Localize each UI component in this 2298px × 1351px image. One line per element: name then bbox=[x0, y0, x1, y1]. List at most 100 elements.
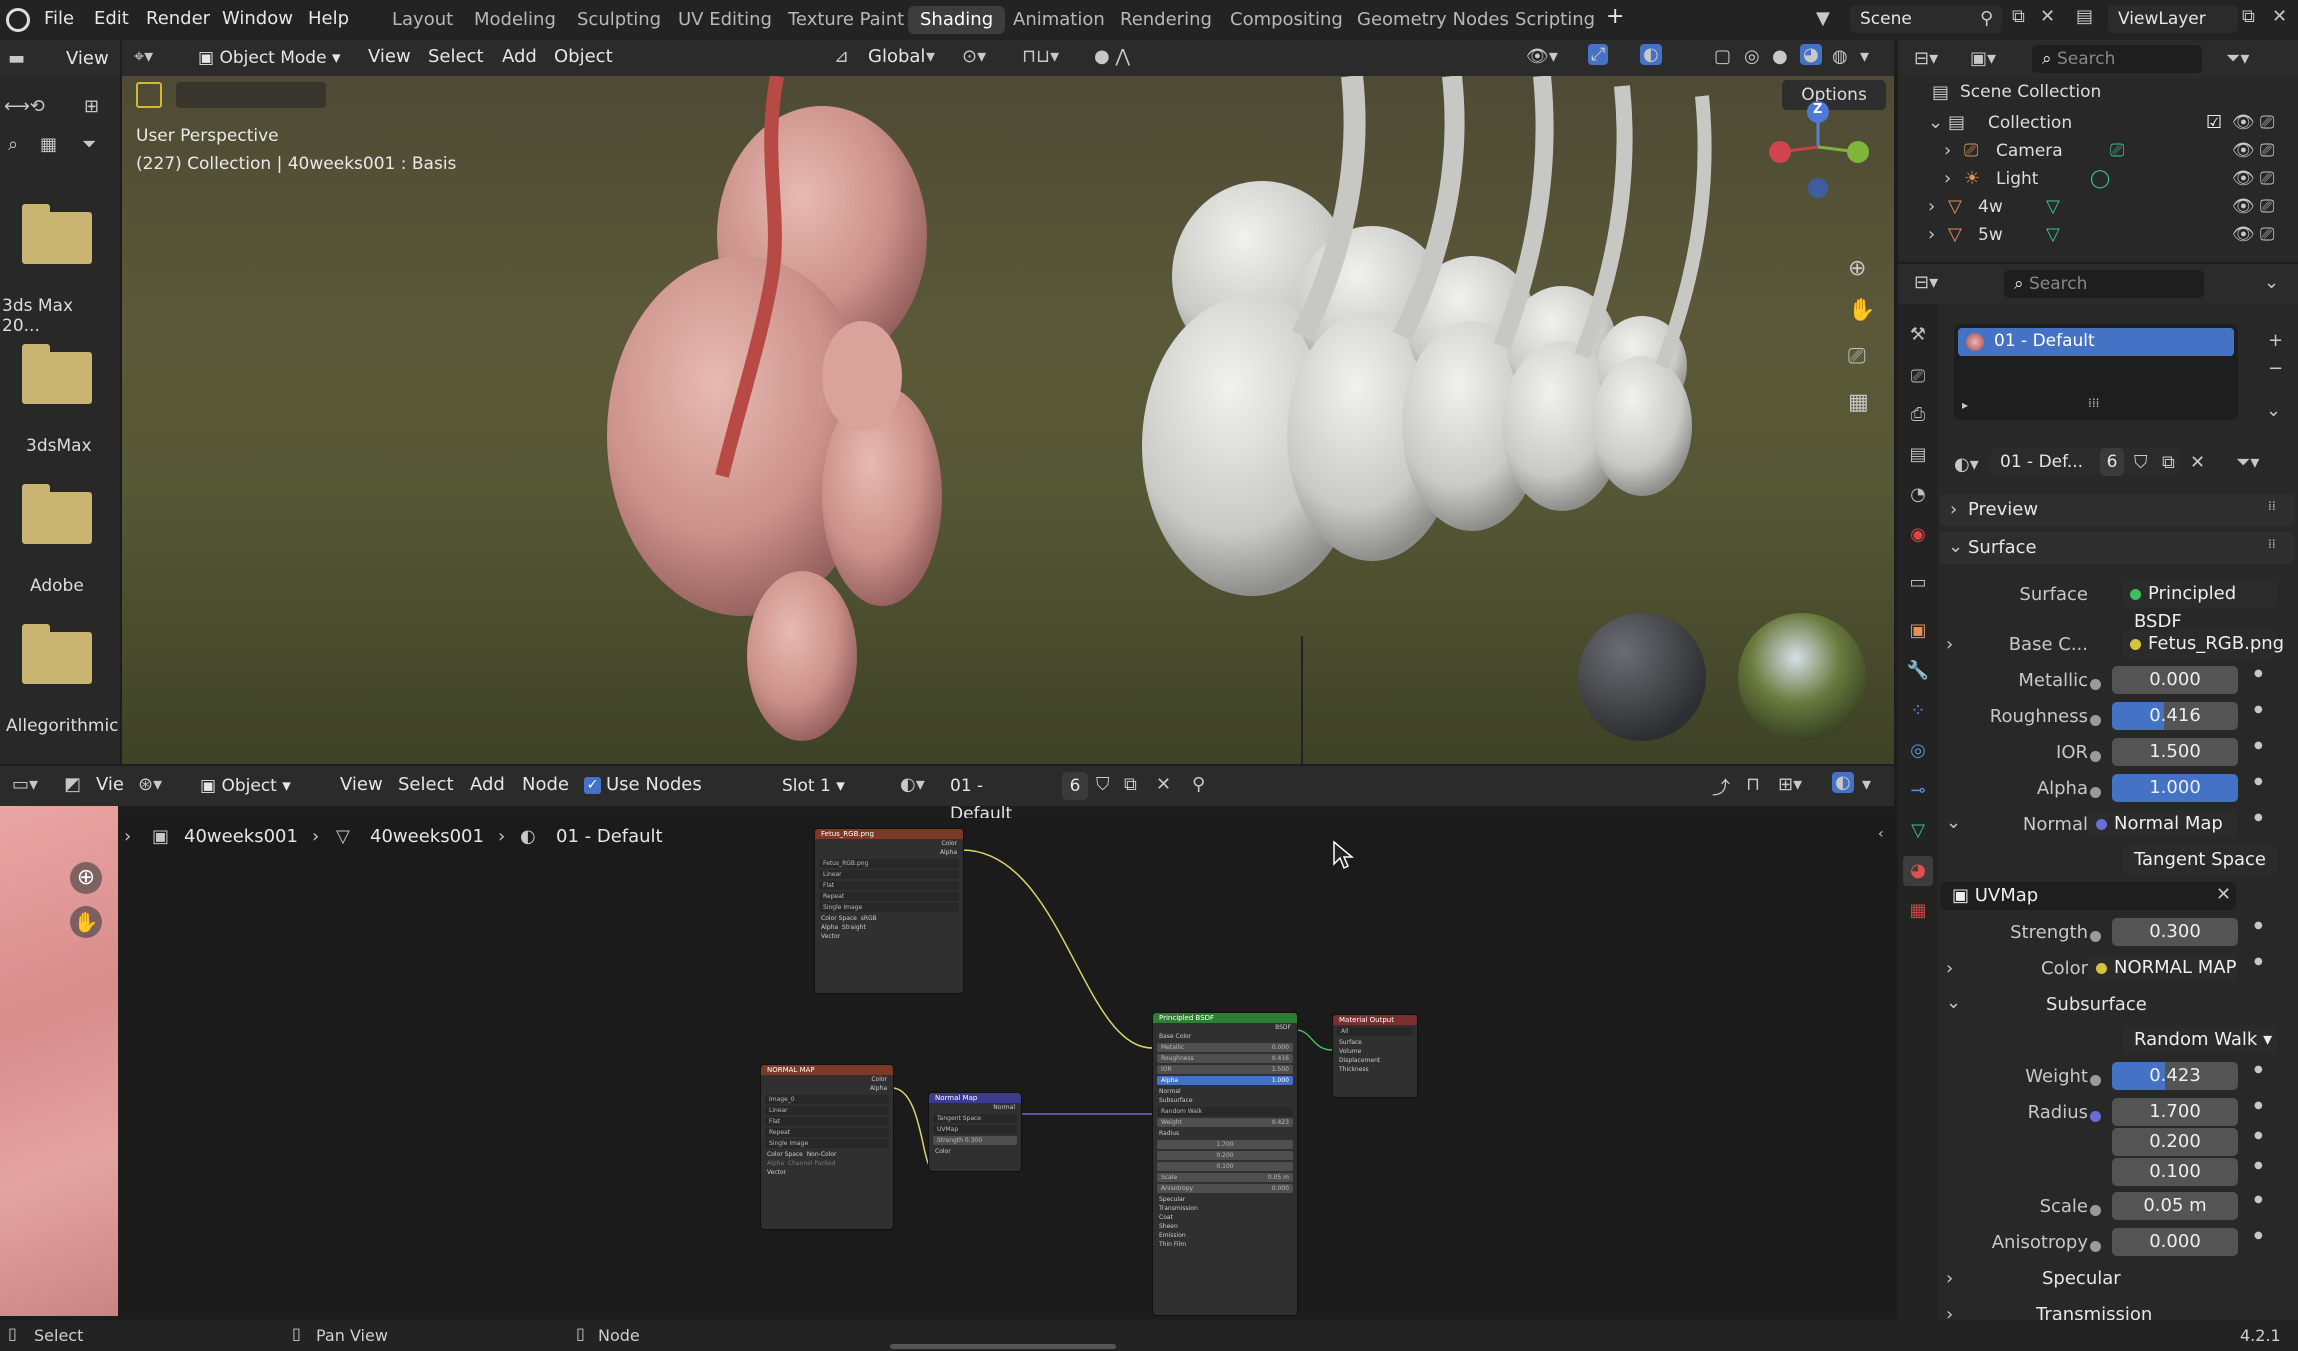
menu-edit[interactable]: Edit bbox=[94, 8, 129, 29]
chevron-right-icon[interactable]: › bbox=[1928, 196, 1935, 217]
material-slot-list[interactable]: 01 - Default ▸ ⁞⁞⁞ bbox=[1954, 324, 2238, 420]
camera-render-icon[interactable]: ⎚ bbox=[2260, 168, 2274, 189]
target-dropdown[interactable]: All bbox=[1337, 1027, 1413, 1036]
output-socket-alpha[interactable]: Alpha bbox=[761, 1084, 893, 1093]
radius-x-input[interactable]: 1.700 bbox=[1157, 1140, 1293, 1149]
emission-panel[interactable]: Emission bbox=[1153, 1231, 1297, 1240]
uv-map-selector[interactable]: UVMap bbox=[933, 1125, 1017, 1134]
shader-type-dropdown[interactable]: ▣ Object ▾ bbox=[190, 772, 318, 800]
socket-icon[interactable] bbox=[2090, 679, 2101, 690]
output-socket-color[interactable]: Color bbox=[761, 1075, 893, 1084]
resize-handle-icon[interactable]: ⁞⁞⁞ bbox=[2088, 396, 2099, 410]
file-browser-view-menu[interactable]: View bbox=[66, 48, 109, 69]
eye-icon[interactable]: 👁 bbox=[2232, 140, 2255, 161]
projection-dropdown[interactable]: Flat bbox=[819, 881, 959, 890]
color-space-row[interactable]: Color Space Non-Color bbox=[761, 1150, 893, 1159]
keyframe-dot-icon[interactable]: ● bbox=[2254, 740, 2263, 751]
solid-shading-icon[interactable]: ● bbox=[1772, 46, 1788, 67]
node-menu-select[interactable]: Select bbox=[398, 774, 454, 795]
xray-icon[interactable]: ▢ bbox=[1714, 46, 1731, 67]
input-socket-vector[interactable]: Vector bbox=[815, 932, 963, 941]
folder-item[interactable]: Adobe bbox=[0, 480, 114, 610]
tab-uv-editing[interactable]: UV Editing bbox=[666, 6, 784, 34]
wireframe-shading-icon[interactable]: ◎ bbox=[1744, 46, 1760, 67]
duplicate-icon[interactable]: ⧉ bbox=[1124, 774, 1137, 795]
keyframe-dot-icon[interactable]: ● bbox=[2254, 1160, 2263, 1171]
extension-dropdown[interactable]: Repeat bbox=[819, 892, 959, 901]
tab-animation[interactable]: Animation bbox=[1001, 6, 1117, 34]
alpha-mode-row[interactable]: Alpha Channel Packed bbox=[761, 1159, 893, 1168]
roughness-input[interactable]: Roughness 0.416 bbox=[1157, 1054, 1293, 1063]
keyframe-dot-icon[interactable]: ● bbox=[2254, 1064, 2263, 1075]
viewport-menu-view[interactable]: View bbox=[368, 46, 411, 67]
scene-icon[interactable]: ▼ bbox=[1816, 8, 1830, 29]
pan-hand-icon[interactable]: ✋ bbox=[70, 906, 102, 938]
space-dropdown[interactable]: Tangent Space bbox=[933, 1114, 1017, 1123]
ortho-toggle-icon[interactable]: ▦ bbox=[1848, 390, 1869, 415]
node-menu-view[interactable]: View bbox=[340, 774, 383, 795]
material-slot-item[interactable]: 01 - Default bbox=[1958, 328, 2234, 356]
surface-panel-header[interactable]: ⌄ Surface ⁞⁞ bbox=[1940, 532, 2294, 564]
chevron-right-icon[interactable]: › bbox=[1946, 1268, 1953, 1289]
render-tab-icon[interactable]: ⎚ bbox=[1903, 362, 1933, 392]
folder-item[interactable]: Allegorithmic bbox=[0, 620, 119, 750]
chevron-down-icon[interactable]: ⌄ bbox=[2264, 272, 2279, 293]
shader-editor-icon[interactable]: ⊛▾ bbox=[138, 774, 162, 795]
metallic-field[interactable]: 0.000 bbox=[2112, 666, 2238, 694]
tab-rendering[interactable]: Rendering bbox=[1108, 6, 1224, 34]
keyframe-dot-icon[interactable]: ● bbox=[2254, 956, 2263, 967]
alpha-field[interactable]: 1.000 bbox=[2112, 774, 2238, 802]
camera-view-icon[interactable]: ⎚ bbox=[1848, 344, 1866, 369]
image-editor-view-menu[interactable]: Vie bbox=[96, 774, 124, 795]
overlay-toggle-icon[interactable]: ◐ bbox=[1832, 772, 1854, 793]
radius-y-input[interactable]: 0.200 bbox=[1157, 1151, 1293, 1160]
tab-layout[interactable]: Layout bbox=[380, 6, 465, 34]
vector-socket-icon[interactable] bbox=[2090, 1111, 2101, 1122]
viewport-menu-select[interactable]: Select bbox=[428, 46, 484, 67]
material-output-node[interactable]: Material Output All Surface Volume Displ… bbox=[1332, 1014, 1418, 1098]
normal-map-node[interactable]: Normal Map Normal Tangent Space UVMap St… bbox=[928, 1092, 1022, 1172]
editor-type-icon[interactable]: ⊟▾ bbox=[1914, 272, 1938, 293]
slot-dropdown[interactable]: Slot 1 ▾ bbox=[772, 772, 886, 800]
normal-texture-node[interactable]: NORMAL MAP Color Alpha Image_0 Linear Fl… bbox=[760, 1064, 894, 1230]
input-socket-vector[interactable]: Vector bbox=[761, 1168, 893, 1177]
output-socket-normal[interactable]: Normal bbox=[929, 1103, 1021, 1112]
alpha-mode-row[interactable]: Alpha Straight bbox=[815, 923, 963, 932]
editor-type-icon[interactable]: ⌖▾ bbox=[134, 46, 153, 67]
rendered-shading-icon[interactable]: ◍ bbox=[1832, 46, 1848, 67]
use-nodes-checkbox[interactable]: ✓ bbox=[584, 777, 601, 794]
material-browse-icon[interactable]: ◐▾ bbox=[1954, 454, 1979, 475]
strength-field[interactable]: Strength 0.300 bbox=[933, 1136, 1017, 1145]
normal-color-field[interactable]: NORMAL MAP bbox=[2088, 954, 2238, 982]
input-socket-normal[interactable]: Normal bbox=[1153, 1087, 1297, 1096]
overlay-toggle-icon[interactable]: ◐ bbox=[1640, 44, 1662, 65]
keyframe-dot-icon[interactable]: ● bbox=[2254, 1130, 2263, 1141]
keyframe-dot-icon[interactable]: ● bbox=[2254, 920, 2263, 931]
display-mode-icon[interactable]: ▦ bbox=[40, 134, 57, 155]
anisotropy-field[interactable]: 0.000 bbox=[2112, 1228, 2238, 1256]
fake-user-icon[interactable]: ⛉ bbox=[1096, 774, 1110, 795]
projection-dropdown[interactable]: Flat bbox=[765, 1117, 889, 1126]
outliner-row-camera[interactable]: › ⎚ Camera ⎚ 👁 ⎚ bbox=[1898, 138, 2298, 166]
drag-handle-icon[interactable]: ⁞⁞ bbox=[2268, 537, 2276, 551]
blender-logo-icon[interactable] bbox=[6, 8, 30, 32]
camera-render-icon[interactable]: ⎚ bbox=[2260, 140, 2274, 161]
radius-z-input[interactable]: 0.100 bbox=[1157, 1162, 1293, 1171]
thin-film-panel[interactable]: Thin Film bbox=[1153, 1240, 1297, 1249]
image-editor-preview[interactable]: ⊕ ✋ bbox=[0, 806, 118, 1316]
output-socket-color[interactable]: Color bbox=[815, 839, 963, 848]
ior-input[interactable]: IOR 1.500 bbox=[1157, 1065, 1293, 1074]
zoom-icon[interactable]: ⊕ bbox=[70, 862, 102, 894]
filter-icon[interactable]: ⏷▾ bbox=[2226, 48, 2249, 69]
filter-icon[interactable]: ⏷ bbox=[82, 134, 96, 155]
pin-icon[interactable]: ⚲ bbox=[1192, 774, 1205, 795]
gizmo-toggle-icon[interactable]: ⤢ bbox=[1588, 44, 1609, 65]
image-texture-node[interactable]: Fetus_RGB.png Color Alpha Fetus_RGB.png … bbox=[814, 828, 964, 994]
specular-section[interactable]: Specular bbox=[2042, 1268, 2121, 1289]
source-dropdown[interactable]: Single Image bbox=[819, 903, 959, 912]
close-icon[interactable]: ✕ bbox=[2190, 452, 2205, 473]
weight-slider[interactable]: 0.423 bbox=[2112, 1062, 2238, 1090]
new-folder-icon[interactable]: ⊞ bbox=[84, 96, 99, 117]
node-material-name-field[interactable]: 01 - Default bbox=[940, 772, 1060, 824]
outliner-row-5w[interactable]: › ▽ 5w ▽ 👁 ⎚ bbox=[1898, 222, 2298, 250]
